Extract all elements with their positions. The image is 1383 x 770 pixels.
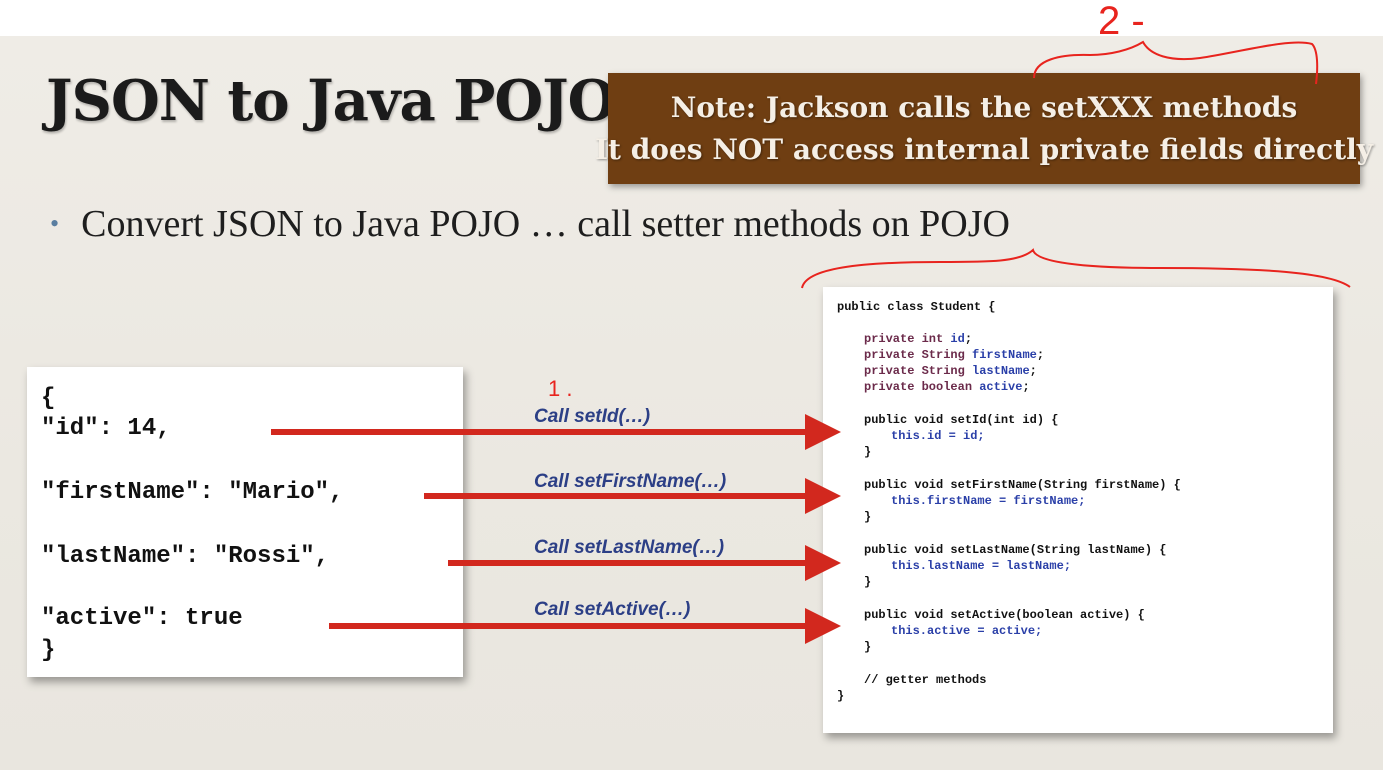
label-call-setfirstname: Call setFirstName(…) [534,471,727,492]
code-setfirstname-sig: public void setFirstName(String firstNam… [864,478,1181,492]
field-type: private boolean [864,380,973,394]
code-setid-body: this.id = id; [891,429,985,443]
code-field-lastname: private String lastName; [864,364,1037,378]
label-call-setid: Call setId(…) [534,406,651,427]
code-setlastname-close: } [864,575,872,589]
json-open-brace: { [41,385,56,412]
code-setactive-sig: public void setActive(boolean active) { [864,608,1145,622]
bullet-text: Convert JSON to Java POJO … call setter … [81,203,1010,245]
code-class-decl: public class Student { [837,300,996,314]
code-setfirstname-close: } [864,510,872,524]
field-type: private int [864,332,944,346]
code-setlastname-body: this.lastName = lastName; [891,559,1072,573]
code-class-close: } [837,689,845,703]
code-field-id: private int id; [864,332,973,346]
bullet-dot-icon: • [50,209,60,238]
json-line-id: "id": 14, [41,415,171,442]
json-line-active: "active": true [41,605,243,632]
slide-title: JSON to Java POJO [46,68,616,134]
code-field-firstname: private String firstName; [864,348,1045,362]
json-box: { "id": 14, "firstName": "Mario", "lastN… [27,367,463,677]
note-box: Note: Jackson calls the setXXX methods I… [595,73,1373,184]
java-code-box: public class Student { private int id; p… [823,287,1333,733]
bullet-point: • Convert JSON to Java POJO … call sette… [50,202,1010,246]
field-name: firstName [972,348,1037,362]
field-name: lastName [972,364,1030,378]
field-name: id [950,332,965,346]
code-setactive-body: this.active = active; [891,624,1043,638]
label-call-setactive: Call setActive(…) [534,599,691,620]
code-setactive-close: } [864,640,872,654]
code-setid-close: } [864,445,872,459]
code-field-active: private boolean active; [864,380,1030,394]
code-getter-comment: // getter methods [864,673,987,687]
field-name: active [979,380,1023,394]
note-line-2: It does NOT access internal private fiel… [594,132,1374,166]
json-line-lastname: "lastName": "Rossi", [41,543,330,570]
field-type: private String [864,348,965,362]
code-setfirstname-body: this.firstName = firstName; [891,494,1086,508]
json-line-firstname: "firstName": "Mario", [41,479,344,506]
code-setid-sig: public void setId(int id) { [864,413,1059,427]
json-close-brace: } [41,637,56,664]
field-type: private String [864,364,965,378]
label-call-setlastname: Call setLastName(…) [534,537,725,558]
code-setlastname-sig: public void setLastName(String lastName)… [864,543,1167,557]
note-line-1: Note: Jackson calls the setXXX methods [670,90,1298,124]
